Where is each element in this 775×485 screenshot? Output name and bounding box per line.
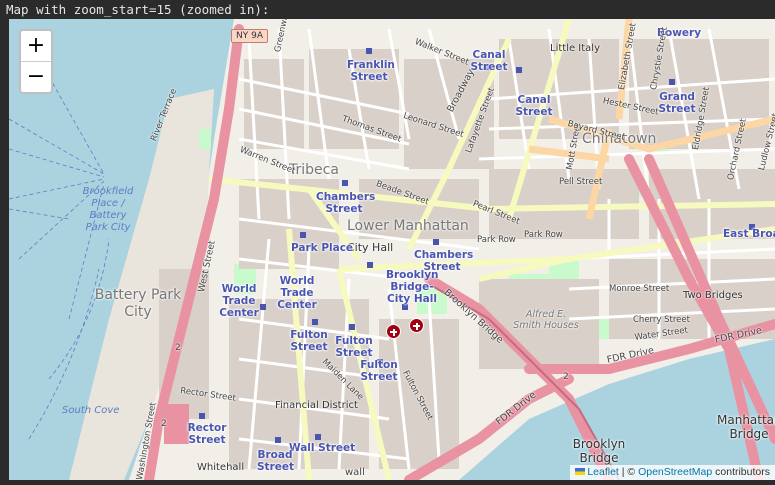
zoom-out-button[interactable]: − xyxy=(21,62,51,92)
street-pell: Pell Street xyxy=(559,177,603,187)
label-south-cove: South Cove xyxy=(62,405,120,416)
street-park-row: Park Row xyxy=(477,235,516,245)
station-fulton-street: Fulton Street xyxy=(290,329,328,353)
station-fulton-street: Fulton Street xyxy=(335,335,373,359)
route-shield-2: 2 xyxy=(175,343,181,353)
leaflet-link[interactable]: Leaflet xyxy=(587,466,619,478)
map-container[interactable]: NY 9A 2 2 2 Tribeca Lower Manhattan Chin… xyxy=(9,19,775,480)
map-marker-medical[interactable] xyxy=(386,324,401,339)
area-label-city-hall: City Hall xyxy=(347,241,394,254)
area-label-two-bridges: Two Bridges xyxy=(683,290,743,301)
street-cherry: Cherry Street xyxy=(633,315,690,325)
street-wall: wall xyxy=(345,467,365,478)
station-park-place: Park Place xyxy=(291,242,354,254)
area-label-battery-park-city: Battery Park City xyxy=(94,287,182,320)
attribution-contributors: contributors xyxy=(712,466,770,478)
area-label-whitehall: Whitehall xyxy=(197,462,245,473)
area-label-little-italy: Little Italy xyxy=(550,43,600,54)
output-caption: Map with zoom_start=15 (zoomed in): xyxy=(0,0,775,19)
station-chambers-street: Chambers Street xyxy=(316,191,376,215)
area-label-tribeca: Tribeca xyxy=(289,162,339,178)
route-shield-2: 2 xyxy=(161,419,167,429)
ukraine-flag-icon xyxy=(575,468,586,475)
street-monroe: Monroe Street xyxy=(609,284,670,294)
station-canal-street: Canal Street xyxy=(515,94,553,118)
station-wall-street: Wall Street xyxy=(289,442,356,454)
map-attribution: Leaflet | © OpenStreetMap contributors xyxy=(570,465,775,480)
label-brooklyn-bridge: Brooklyn Bridge xyxy=(572,437,626,465)
attribution-separator: | © xyxy=(618,466,639,478)
route-shield-ny9a: NY 9A xyxy=(231,29,268,43)
zoom-in-button[interactable]: + xyxy=(21,31,51,62)
zoom-control: + − xyxy=(19,29,53,94)
area-label-lower-manhattan: Lower Manhattan xyxy=(347,218,469,234)
station-wtc: World Trade Center xyxy=(277,275,317,311)
station-world-trade-center: World Trade Center xyxy=(219,283,259,319)
station-brooklyn-bridge-city-hall: Brooklyn Bridge-City Hall xyxy=(386,269,439,305)
label-brookfield-place: Brookfield Place / Battery Park City xyxy=(82,186,134,233)
route-shield-2: 2 xyxy=(563,372,569,382)
area-label-alfred-smith: Alfred E. Smith Houses xyxy=(513,309,579,331)
station-fulton-street: Fulton Street xyxy=(360,359,398,383)
station-canal-street: Canal Street xyxy=(470,49,508,73)
station-broad-street: Broad Street xyxy=(257,449,295,473)
station-grand-street: Grand Street xyxy=(658,91,696,115)
station-franklin-street: Franklin Street xyxy=(347,59,395,83)
map-marker-medical[interactable] xyxy=(409,318,424,333)
area-label-financial-district: Financial District xyxy=(275,400,358,411)
street-park-row: Park Row xyxy=(524,230,563,240)
label-manhattan-bridge: Manhattan Bridge xyxy=(717,413,775,441)
station-east-broadway: East Broad xyxy=(723,228,775,240)
station-rector-street: Rector Street xyxy=(187,422,227,446)
openstreetmap-link[interactable]: OpenStreetMap xyxy=(638,466,712,478)
